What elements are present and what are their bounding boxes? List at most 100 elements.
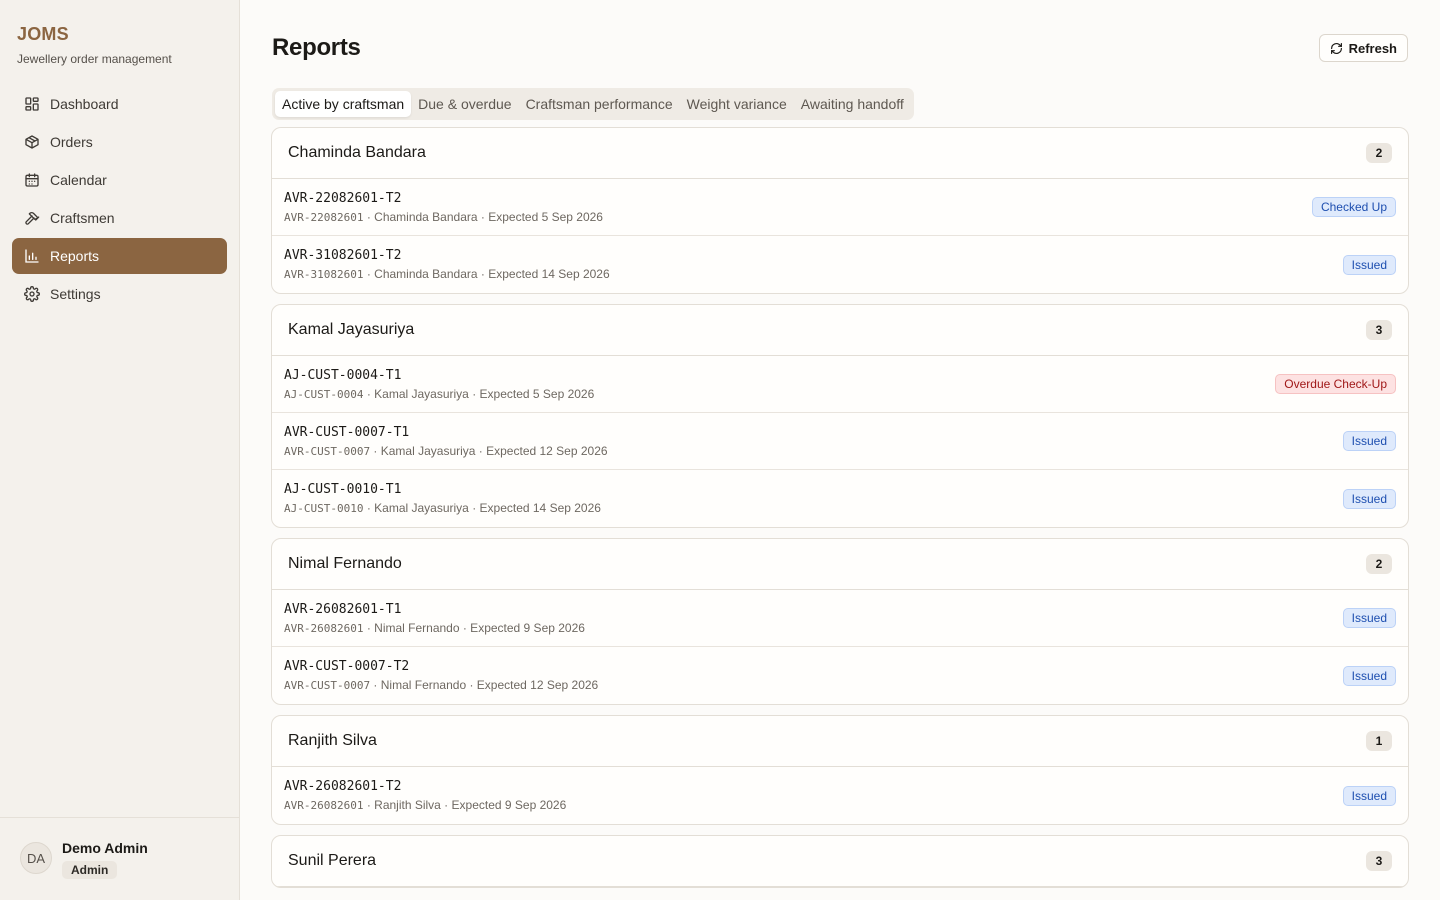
row-detail: · Nimal Fernando · Expected 9 Sep 2026 bbox=[363, 620, 585, 635]
sidebar-nav: Dashboard Orders Calendar Craftsmen Reports S… bbox=[12, 86, 227, 314]
ticket-id: AVR-26082601-T2 bbox=[284, 779, 402, 794]
row-info: AVR-CUST-0007-T1 AVR-CUST-0007 · Kamal Ja… bbox=[284, 425, 608, 458]
row-detail: · Chaminda Bandara · Expected 5 Sep 2026 bbox=[363, 209, 603, 224]
craftsman-group: Sunil Perera 3 bbox=[271, 835, 1409, 888]
row-info: AVR-26082601-T1 AVR-26082601 · Nimal Fern… bbox=[284, 602, 585, 635]
count-badge: 1 bbox=[1366, 731, 1392, 751]
row-meta: AVR-26082601 · Ranjith Silva · Expected … bbox=[284, 798, 566, 812]
user-role-badge: Admin bbox=[62, 861, 118, 879]
order-number: AVR-22082601 bbox=[284, 210, 364, 224]
status-badge: Issued bbox=[1342, 254, 1396, 275]
sidebar: JOMS Jewellery order management Dashboar… bbox=[0, 0, 240, 900]
table-row[interactable]: AVR-CUST-0007-T2 AVR-CUST-0007 · Nimal Fe… bbox=[272, 647, 1408, 704]
ticket-id: AVR-31082601-T2 bbox=[284, 248, 402, 263]
order-number: AVR-31082601 bbox=[284, 268, 364, 281]
craftsman-name: Nimal Fernando bbox=[288, 555, 402, 572]
order-number: AVR-26082601 bbox=[284, 799, 364, 812]
count-badge: 2 bbox=[1366, 554, 1392, 574]
order-number: AVR-CUST-0007 bbox=[284, 444, 371, 458]
calendar-icon bbox=[24, 172, 40, 188]
order-number: AVR-26082601 bbox=[284, 621, 364, 635]
bar-chart-icon bbox=[24, 248, 40, 264]
group-header: Nimal Fernando 2 bbox=[272, 539, 1408, 590]
craftsman-group: Chaminda Bandara 2 AVR-22082601-T2 AVR-2208… bbox=[271, 127, 1409, 294]
sidebar-item-label: Calendar bbox=[50, 172, 107, 188]
sidebar-item-label: Orders bbox=[50, 134, 93, 150]
row-detail: · Ranjith Silva · Expected 9 Sep 2026 bbox=[363, 798, 567, 812]
sidebar-item-label: Settings bbox=[50, 286, 101, 302]
row-meta: AJ-CUST-0004 · Kamal Jayasuriya · Expect… bbox=[284, 387, 594, 401]
sidebar-item-label: Craftsmen bbox=[50, 210, 115, 226]
refresh-icon bbox=[1330, 42, 1343, 55]
ticket-id: AVR-CUST-0007-T1 bbox=[284, 424, 410, 440]
sidebar-item-dashboard[interactable]: Dashboard bbox=[12, 86, 227, 122]
table-row[interactable]: AVR-31082601-T2 AVR-31082601 · Chaminda B… bbox=[272, 236, 1408, 293]
tab-awaiting-handoff[interactable]: Awaiting handoff bbox=[794, 91, 911, 117]
status-badge: Issued bbox=[1342, 488, 1396, 509]
row-meta: AVR-26082601 · Nimal Fernando · Expected… bbox=[284, 621, 585, 635]
refresh-button[interactable]: Refresh bbox=[1318, 34, 1408, 62]
ticket-id: AVR-26082601-T1 bbox=[284, 601, 402, 617]
user-name: Demo Admin bbox=[62, 840, 148, 856]
table-row[interactable]: AVR-26082601-T2 AVR-26082601 · Ranjith Si… bbox=[272, 767, 1408, 824]
sidebar-item-settings[interactable]: Settings bbox=[12, 276, 227, 312]
sidebar-item-label: Reports bbox=[50, 248, 100, 264]
box-icon bbox=[24, 134, 40, 150]
row-info: AJ-CUST-0004-T1 AJ-CUST-0004 · Kamal Jaya… bbox=[284, 368, 594, 401]
row-info: AVR-22082601-T2 AVR-22082601 · Chaminda B… bbox=[284, 191, 603, 224]
row-detail: · Kamal Jayasuriya · Expected 12 Sep 202… bbox=[370, 443, 608, 458]
craftsman-groups: Chaminda Bandara 2 AVR-22082601-T2 AVR-2208… bbox=[271, 127, 1409, 898]
gear-icon bbox=[24, 286, 40, 302]
ticket-id: AJ-CUST-0010-T1 bbox=[284, 482, 402, 497]
table-row[interactable]: AJ-CUST-0004-T1 AJ-CUST-0004 · Kamal Jaya… bbox=[272, 356, 1408, 413]
sidebar-item-craftsmen[interactable]: Craftsmen bbox=[12, 200, 227, 236]
row-meta: AVR-22082601 · Chaminda Bandara · Expect… bbox=[284, 210, 603, 224]
sidebar-item-orders[interactable]: Orders bbox=[12, 124, 227, 160]
group-header: Ranjith Silva 1 bbox=[272, 716, 1408, 767]
tab-weight-variance[interactable]: Weight variance bbox=[680, 91, 794, 117]
group-header: Chaminda Bandara 2 bbox=[272, 128, 1408, 179]
row-detail: · Kamal Jayasuriya · Expected 14 Sep 202… bbox=[363, 501, 601, 515]
craftsman-group: Nimal Fernando 2 AVR-26082601-T1 AVR-260826… bbox=[271, 538, 1409, 705]
row-detail: · Nimal Fernando · Expected 12 Sep 2026 bbox=[370, 678, 599, 692]
table-row[interactable]: AVR-26082601-T1 AVR-26082601 · Nimal Fern… bbox=[272, 590, 1408, 647]
row-meta: AJ-CUST-0010 · Kamal Jayasuriya · Expect… bbox=[284, 501, 601, 515]
count-badge: 2 bbox=[1366, 143, 1392, 163]
row-info: AVR-CUST-0007-T2 AVR-CUST-0007 · Nimal Fe… bbox=[284, 659, 598, 692]
count-badge: 3 bbox=[1366, 320, 1392, 340]
user-area[interactable]: DA Demo Admin Admin bbox=[0, 817, 239, 900]
sidebar-item-label: Dashboard bbox=[50, 96, 119, 112]
status-badge: Issued bbox=[1342, 431, 1396, 451]
status-badge: Issued bbox=[1342, 608, 1396, 628]
app-subtitle: Jewellery order management bbox=[17, 52, 172, 66]
avatar: DA bbox=[20, 842, 52, 874]
order-number: AJ-CUST-0010 bbox=[284, 502, 364, 515]
ticket-id: AVR-22082601-T2 bbox=[284, 190, 402, 206]
row-meta: AVR-31082601 · Chaminda Bandara · Expect… bbox=[284, 267, 610, 281]
dashboard-icon bbox=[24, 96, 40, 112]
group-header: Kamal Jayasuriya 3 bbox=[272, 305, 1408, 356]
table-row[interactable]: AJ-CUST-0010-T1 AJ-CUST-0010 · Kamal Jaya… bbox=[272, 470, 1408, 527]
ticket-id: AJ-CUST-0004-T1 bbox=[284, 367, 402, 383]
hammer-icon bbox=[24, 210, 40, 226]
report-tabs: Active by craftsman Due & overdue Craftsma… bbox=[272, 88, 914, 120]
row-info: AJ-CUST-0010-T1 AJ-CUST-0010 · Kamal Jaya… bbox=[284, 482, 601, 515]
craftsman-name: Kamal Jayasuriya bbox=[288, 321, 415, 338]
sidebar-item-calendar[interactable]: Calendar bbox=[12, 162, 227, 198]
table-row[interactable]: AVR-CUST-0007-T1 AVR-CUST-0007 · Kamal Ja… bbox=[272, 413, 1408, 470]
group-header: Sunil Perera 3 bbox=[272, 836, 1408, 887]
row-meta: AVR-CUST-0007 · Nimal Fernando · Expecte… bbox=[284, 678, 598, 692]
craftsman-name: Sunil Perera bbox=[288, 852, 377, 869]
row-detail: · Chaminda Bandara · Expected 14 Sep 202… bbox=[363, 267, 610, 281]
order-number: AJ-CUST-0004 bbox=[284, 387, 364, 401]
tab-active-by-craftsman[interactable]: Active by craftsman bbox=[275, 91, 412, 117]
page-title: Reports bbox=[272, 34, 361, 61]
status-badge: Overdue Check-Up bbox=[1275, 374, 1396, 394]
craftsman-group: Kamal Jayasuriya 3 AJ-CUST-0004-T1 AJ-CUST-… bbox=[271, 304, 1409, 528]
row-info: AVR-26082601-T2 AVR-26082601 · Ranjith Si… bbox=[284, 779, 566, 812]
table-row[interactable]: AVR-22082601-T2 AVR-22082601 · Chaminda B… bbox=[272, 179, 1408, 236]
sidebar-item-reports[interactable]: Reports bbox=[12, 238, 227, 274]
order-number: AVR-CUST-0007 bbox=[284, 679, 371, 692]
tab-due-overdue[interactable]: Due & overdue bbox=[411, 91, 518, 117]
tab-craftsman-performance[interactable]: Craftsman performance bbox=[519, 91, 680, 117]
